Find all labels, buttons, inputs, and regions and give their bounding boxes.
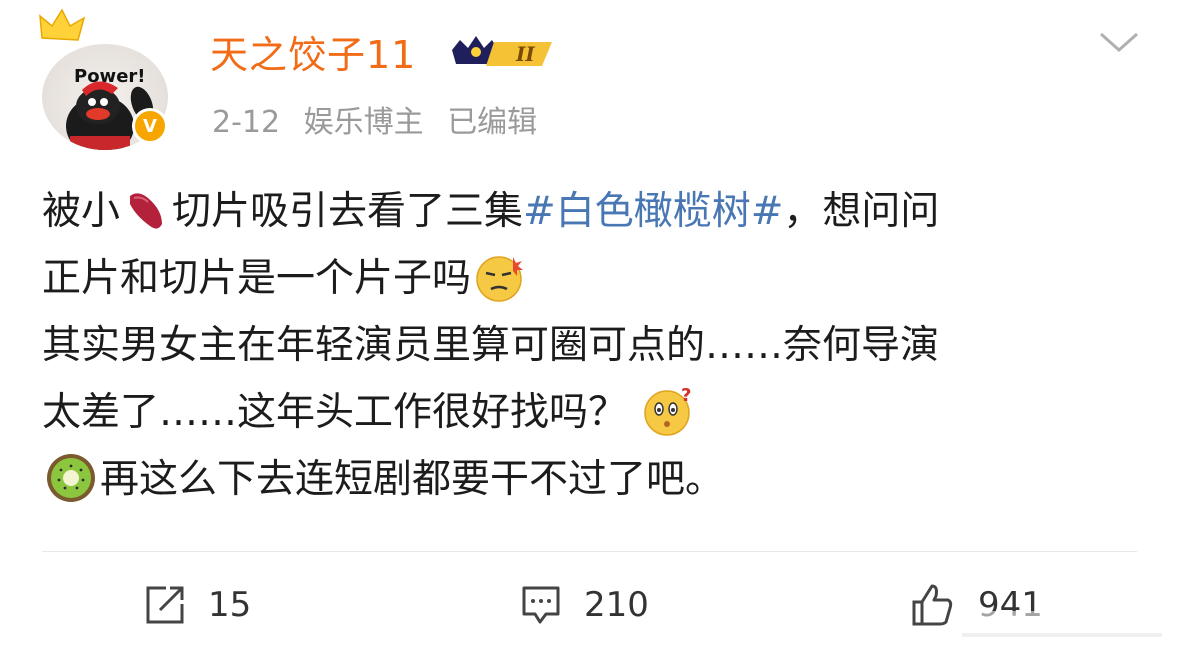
content-text: 切片吸引去看了三集 [172, 189, 524, 234]
confused-face-emoji: ? [644, 385, 692, 436]
post-date: 2-12 [212, 105, 281, 140]
post-meta: 2-12 娱乐博主 已编辑 [212, 97, 551, 141]
share-icon [146, 586, 184, 624]
content-text: 正片和切片是一个片子吗 [42, 256, 472, 301]
kiwi-emoji [47, 453, 95, 502]
content-line-4: 太差了……这年头工作很好找吗？ ? [42, 379, 1142, 446]
post-content: 被小 切片吸引去看了三集#白色橄榄树#，想问问 正片和切片是一个片子吗 其实男女… [42, 178, 1142, 513]
verified-icon: V [132, 108, 168, 144]
content-text: 被小 [42, 189, 121, 234]
content-text: 再这么下去连短剧都要干不过了吧。 [100, 457, 725, 502]
divider [42, 551, 1137, 552]
comment-button[interactable]: 210 [520, 582, 649, 628]
chevron-down-icon[interactable] [1098, 30, 1140, 56]
comment-icon [522, 586, 560, 624]
author-role: 娱乐博主 [303, 105, 424, 140]
content-line-5: 再这么下去连短剧都要干不过了吧。 [42, 446, 1142, 513]
comment-count: 210 [584, 585, 649, 625]
level-badge-icon[interactable]: II [446, 30, 558, 72]
content-line-1: 被小 切片吸引去看了三集#白色橄榄树#，想问问 [42, 178, 1142, 245]
sweet-potato-emoji [130, 192, 163, 229]
annoyed-face-emoji [476, 255, 524, 302]
content-text: 太差了……这年头工作很好找吗？ [42, 390, 628, 435]
hashtag-link[interactable]: #白色橄榄树# [523, 189, 783, 234]
crown-icon [39, 8, 86, 41]
avatar-container[interactable]: Power! V [38, 8, 178, 150]
content-line-2: 正片和切片是一个片子吗 [42, 245, 1142, 312]
content-text: ，想问问 [783, 189, 940, 234]
svg-text:II: II [515, 42, 535, 66]
share-count: 15 [208, 585, 252, 625]
share-button[interactable]: 15 [144, 582, 251, 628]
like-icon [912, 584, 953, 626]
username[interactable]: 天之饺子11 [210, 24, 416, 79]
watermark-overlay [952, 611, 1170, 647]
content-line-3: 其实男女主在年轻演员里算可圈可点的……奈何导演 [42, 323, 940, 368]
edited-label[interactable]: 已编辑 [447, 105, 537, 140]
svg-text:?: ? [681, 385, 691, 406]
